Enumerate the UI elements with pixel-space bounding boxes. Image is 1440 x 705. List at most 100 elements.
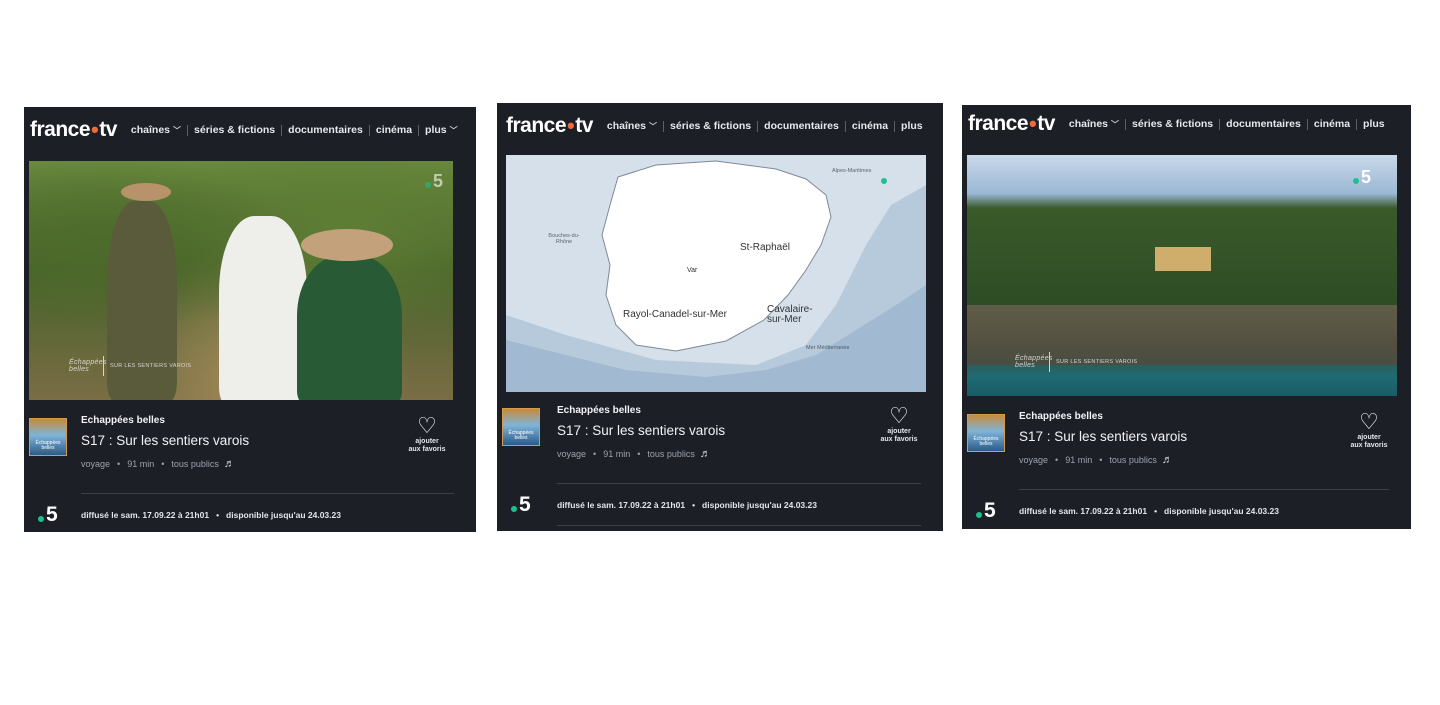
channel-dot-icon [38,516,44,522]
channel-number: 5 [519,493,531,516]
channel-logo: 5 [511,493,557,517]
program-card-3: france • tv chaînes ﹀ séries & fictions doc… [962,105,1411,529]
nav-cinema[interactable]: cinéma [852,120,888,132]
nav-label: séries & fictions [1132,118,1214,130]
channel-number: 5 [984,499,996,522]
nav-plus[interactable]: plus ﹀ [425,124,458,136]
video-hero-image[interactable]: Échappées belles SUR LES SENTIERS VAROIS… [967,155,1397,396]
meta-duration: 91 min [603,449,631,459]
nav-chaines[interactable]: chaînes ﹀ [607,120,657,132]
favorite-label-line2: aux favoris [880,436,918,443]
nav-label: documentaires [764,120,839,132]
nav-divider [1219,118,1221,130]
program-thumbnail[interactable]: Échappées belles [29,418,67,456]
divider [81,493,454,494]
nav-divider [757,120,759,132]
logo-text-france: france [506,114,567,137]
nav-label: chaînes [1068,118,1109,130]
meta-audience: tous publics [171,459,219,469]
nav-divider [1125,118,1127,130]
program-thumbnail[interactable]: Échappées belles [967,414,1005,452]
watermark-brand: Échappées belles [69,359,107,373]
hat [301,229,393,261]
francetv-logo[interactable]: france • tv [30,117,117,143]
favorite-label-line1: ajouter [1357,434,1381,441]
logo-dot: • [1029,111,1037,136]
audio-description-icon: ♬ [223,458,235,470]
nav-chaines[interactable]: chaînes ﹀ [131,124,181,136]
nav-documentaires[interactable]: documentaires [764,120,839,132]
watermark-brand: Échappées belles [1015,355,1053,369]
nav-divider [844,120,846,132]
nav-cinema[interactable]: cinéma [1314,118,1350,130]
chevron-down-icon: ﹀ [1111,119,1120,129]
nav-documentaires[interactable]: documentaires [288,124,363,136]
watermark-text: SUR LES SENTIERS VAROIS [110,363,192,369]
meta-genre: voyage [557,449,587,459]
map-hero-image[interactable]: Alpes-Maritimes Bouches-du-Rhône Var St-… [506,155,926,392]
episode-title: S17 : Sur les sentiers varois [1019,429,1188,444]
program-meta: voyage • 91 min • tous publics ♬ [1019,454,1187,466]
program-meta: voyage • 91 min • tous publics ♬ [81,458,249,470]
map-label-var: Var [687,267,698,274]
broadcast-date: diffusé le sam. 17.09.22 à 21h01 [1019,506,1148,516]
map-label-mer: Mer Méditerranée [806,345,850,351]
channel-dot-icon [1352,177,1359,184]
heart-outline-icon: ♡ [417,413,437,438]
logo-text-france: france [30,118,91,141]
channel-dot-icon [881,178,887,184]
nav-documentaires[interactable]: documentaires [1226,118,1301,130]
footer-separator: • [216,510,220,520]
main-nav: chaînes ﹀ séries & fictions documentaires… [1069,118,1385,130]
map-label-st-raphael: St-Raphaël [740,242,791,253]
map-label-line: sur-Mer [767,314,802,325]
add-to-favorites-button[interactable]: ♡ ajouter aux favoris [1339,411,1399,450]
chevron-down-icon: ﹀ [173,125,182,135]
channel-logo: 5 [976,499,1019,523]
francetv-logo[interactable]: france • tv [506,113,593,139]
meta-duration: 91 min [1065,455,1093,465]
program-title[interactable]: Echappées belles [1019,411,1187,422]
meta-audience: tous publics [1109,455,1157,465]
program-meta: voyage • 91 min • tous publics ♬ [557,448,725,460]
hat [121,183,171,201]
program-title[interactable]: Echappées belles [557,405,725,416]
logo-text-tv: tv [99,118,117,141]
add-to-favorites-button[interactable]: ♡ ajouter aux favoris [397,415,457,454]
nav-label: plus [1363,118,1385,130]
broadcast-info: 5 diffusé le sam. 17.09.22 à 21h01 • dis… [962,499,1411,523]
nav-divider [281,124,283,136]
availability-date: disponible jusqu'au 24.03.23 [226,510,341,520]
episode-title: S17 : Sur les sentiers varois [557,423,726,438]
program-thumbnail[interactable]: Échappées belles [502,408,540,446]
nav-label: documentaires [1226,118,1301,130]
nav-label: documentaires [288,124,363,136]
nav-series-fictions[interactable]: séries & fictions [194,124,275,136]
nav-label: cinéma [851,120,889,132]
person-3 [297,256,402,400]
program-texts: Echappées belles S17 : Sur les sentiers … [81,415,249,470]
channel-dot-icon [976,512,982,518]
top-navigation: france • tv chaînes ﹀ séries & fictions doc… [962,105,1411,143]
nav-series-fictions[interactable]: séries & fictions [670,120,751,132]
logo-text-tv: tv [575,114,593,137]
channel-5-bug: 5 [424,171,443,192]
nav-label: plus [425,124,447,136]
nav-chaines[interactable]: chaînes ﹀ [1069,118,1119,130]
program-title[interactable]: Echappées belles [81,415,249,426]
nav-series-fictions[interactable]: séries & fictions [1132,118,1213,130]
nav-cinema[interactable]: cinéma [376,124,412,136]
nav-divider [1356,118,1358,130]
nav-divider [418,124,420,136]
thumbnail-label: Échappées belles [973,436,999,447]
nav-plus[interactable]: plus [901,120,923,132]
add-to-favorites-button[interactable]: ♡ ajouter aux favoris [869,405,929,444]
video-hero-image[interactable]: Échappées belles SUR LES SENTIERS VAROIS… [29,161,453,400]
coastline-photo: Échappées belles SUR LES SENTIERS VAROIS… [967,155,1397,396]
top-navigation: france • tv chaînes ﹀ séries & fictions doc… [24,107,476,153]
nav-plus[interactable]: plus [1363,118,1385,130]
francetv-logo[interactable]: france • tv [968,111,1055,137]
var-map: Alpes-Maritimes Bouches-du-Rhône Var St-… [506,155,926,392]
audio-description-icon: ♬ [1161,454,1173,466]
meta-separator: • [1099,455,1103,465]
